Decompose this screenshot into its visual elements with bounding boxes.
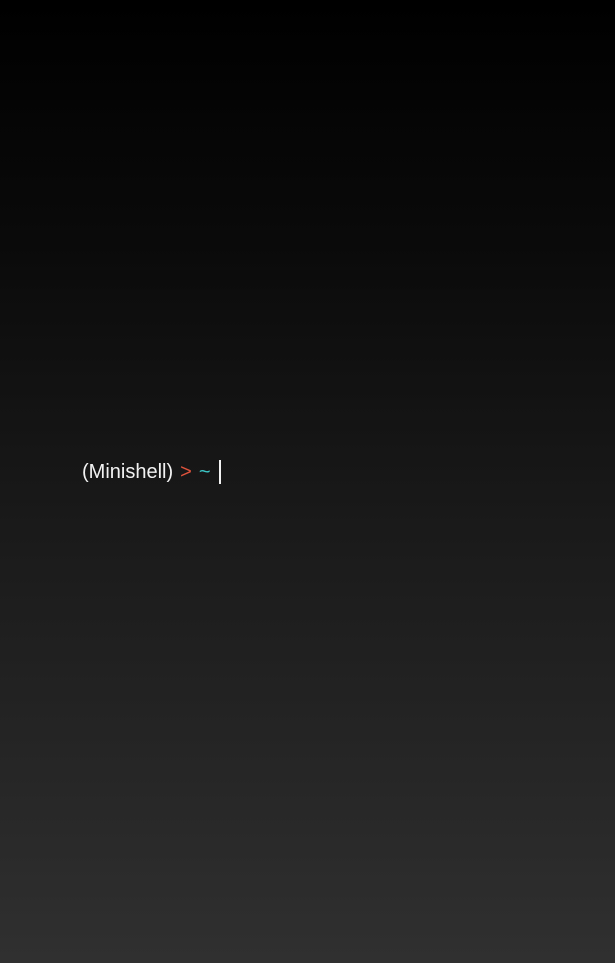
text-cursor xyxy=(218,460,221,484)
shell-name-label: (Minishell) xyxy=(82,461,174,483)
current-directory: ~ xyxy=(198,461,211,483)
prompt-line: (Minishell) > ~ xyxy=(82,459,221,485)
terminal-window[interactable]: (Minishell) > ~ xyxy=(0,0,615,963)
prompt-arrow-symbol: > xyxy=(180,461,192,483)
